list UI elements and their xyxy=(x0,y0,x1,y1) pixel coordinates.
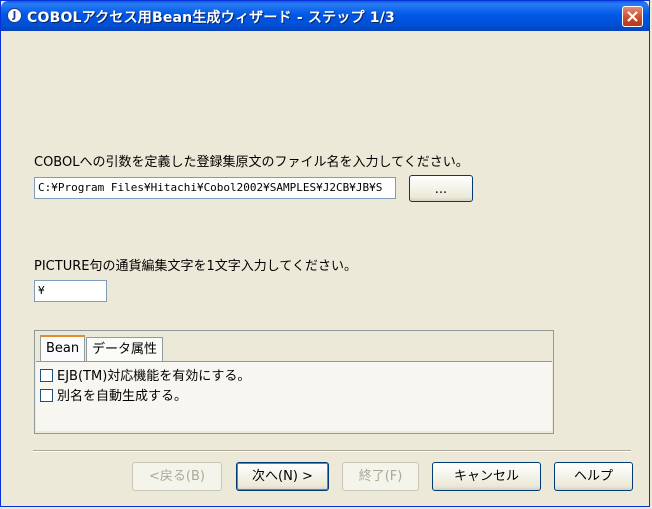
bean-tab-panel: EJB(TM)対応機能を有効にする。 別名を自動生成する。 xyxy=(36,361,552,431)
window-title: COBOLアクセス用Bean生成ウィザード - ステップ 1/3 xyxy=(27,10,395,26)
alias-option-row[interactable]: 別名を自動生成する。 xyxy=(40,389,187,405)
copybook-path-input[interactable]: C:¥Program Files¥Hitachi¥Cobol2002¥SAMPL… xyxy=(34,177,396,199)
browse-button[interactable]: ... xyxy=(409,175,473,202)
java-app-icon: J xyxy=(7,8,22,23)
wizard-window: J COBOLアクセス用Bean生成ウィザード - ステップ 1/3 COBOL… xyxy=(0,0,650,507)
ejb-option-row[interactable]: EJB(TM)対応機能を有効にする。 xyxy=(40,369,250,385)
footer-separator xyxy=(33,450,631,452)
tab-data-attributes[interactable]: データ属性 xyxy=(86,337,164,361)
options-tab-control: Bean データ属性 EJB(TM)対応機能を有効にする。 別名を自動生成する。 xyxy=(34,330,554,434)
alias-checkbox[interactable] xyxy=(40,389,53,402)
back-button[interactable]: <戻る(B) xyxy=(132,462,222,491)
close-icon xyxy=(627,11,638,22)
ejb-option-label: EJB(TM)対応機能を有効にする。 xyxy=(57,369,251,384)
finish-button[interactable]: 終了(F) xyxy=(342,462,419,491)
currency-char-input[interactable]: ¥ xyxy=(34,280,107,302)
currency-prompt-label: PICTURE句の通貨編集文字を1文字入力してください。 xyxy=(34,259,357,274)
cancel-button[interactable]: キャンセル xyxy=(432,462,541,491)
ejb-checkbox[interactable] xyxy=(40,369,53,382)
title-bar[interactable]: J COBOLアクセス用Bean生成ウィザード - ステップ 1/3 xyxy=(1,1,649,31)
file-prompt-label: COBOLへの引数を定義した登録集原文のファイル名を入力してください。 xyxy=(34,155,469,170)
next-button[interactable]: 次へ(N) > xyxy=(236,462,329,491)
help-button[interactable]: ヘルプ xyxy=(554,462,633,491)
close-button[interactable] xyxy=(622,6,643,27)
alias-option-label: 別名を自動生成する。 xyxy=(57,389,188,404)
tab-bean[interactable]: Bean xyxy=(40,335,86,362)
